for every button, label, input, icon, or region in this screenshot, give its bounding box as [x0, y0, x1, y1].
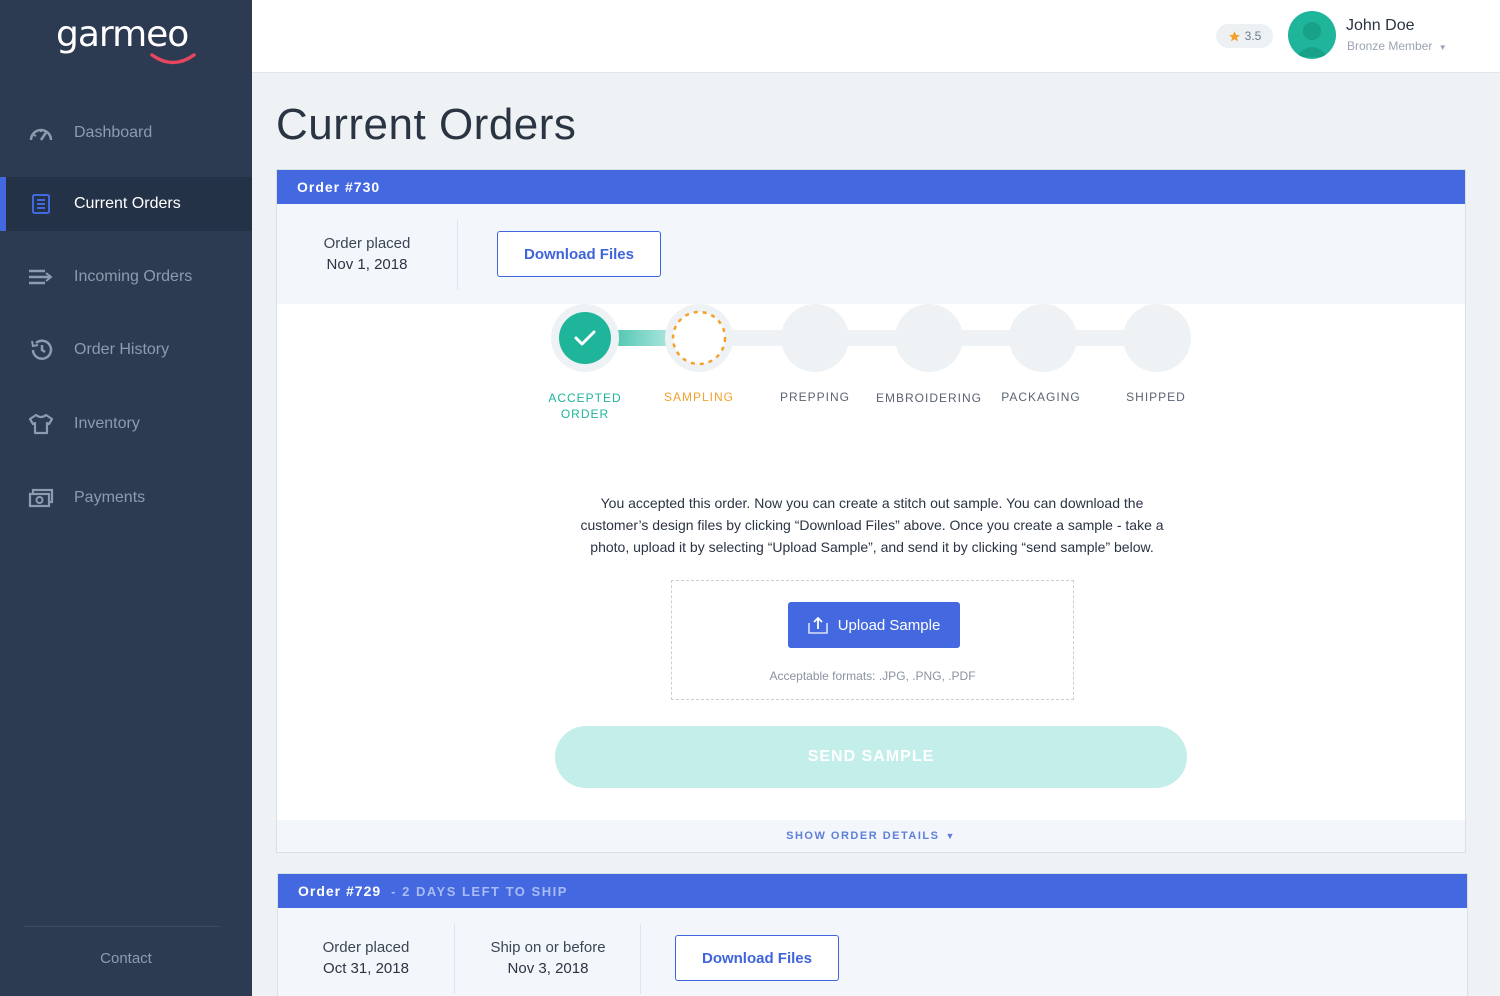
money-icon [28, 485, 54, 511]
step-label-packaging: PACKAGING [1001, 390, 1081, 404]
sidebar-divider [24, 926, 220, 927]
step-label-prepping: PREPPING [779, 390, 850, 404]
incoming-arrow-icon [28, 264, 54, 290]
step-embroidering [895, 304, 963, 372]
sidebar-item-order-history[interactable]: Order History [0, 323, 252, 377]
order-placed-block: Order placed Nov 1, 2018 [277, 204, 457, 304]
progress-tracker: ACCEPTED ORDER SAMPLING PREPPING EMBROIDE… [277, 304, 1467, 504]
ship-deadline-warning: - 2 DAYS LEFT TO SHIP [391, 883, 568, 899]
order-placed-label: Order placed [323, 235, 411, 252]
order-placed-block: Order placed Oct 31, 2018 [278, 908, 454, 996]
download-files-button[interactable]: Download Files [675, 935, 839, 981]
sidebar-item-inventory[interactable]: Inventory [0, 397, 252, 451]
sidebar-item-label: Current Orders [74, 195, 181, 212]
user-role[interactable]: Bronze Member ▼ [1347, 39, 1447, 53]
step-label-sampling: SAMPLING [663, 390, 734, 404]
upload-sample-button[interactable]: Upload Sample [788, 602, 960, 648]
ship-by-label: Ship on or before [490, 939, 606, 956]
caret-down-icon: ▼ [945, 831, 956, 841]
step-label-accepted: ACCEPTED ORDER [548, 391, 622, 421]
order-header: Order #730 [277, 170, 1465, 204]
upload-dropzone[interactable]: Upload Sample Acceptable formats: .JPG, … [671, 580, 1074, 700]
sidebar-item-current-orders[interactable]: Current Orders [0, 177, 252, 231]
info-divider [457, 220, 458, 290]
order-card: Order #729 - 2 DAYS LEFT TO SHIP Order p… [277, 873, 1468, 996]
chevron-down-icon: ▼ [1438, 43, 1447, 52]
download-files-button[interactable]: Download Files [497, 231, 661, 277]
order-body: ACCEPTED ORDER SAMPLING PREPPING EMBROIDE… [277, 304, 1465, 824]
star-icon [1228, 30, 1240, 41]
top-bar: 3.5 John Doe Bronze Member ▼ [252, 0, 1500, 73]
step-label-shipped: SHIPPED [1126, 390, 1186, 404]
sidebar-item-label: Inventory [74, 415, 140, 432]
speedometer-icon [28, 120, 54, 146]
avatar[interactable] [1288, 11, 1336, 59]
ship-by-date: Nov 3, 2018 [507, 960, 589, 977]
logo-text: garmeo [56, 14, 189, 55]
step-prepping [781, 304, 849, 372]
step-label-embroidering: EMBROIDERING [875, 391, 982, 405]
sidebar-item-dashboard[interactable]: Dashboard [0, 106, 252, 160]
sampling-instructions: You accepted this order. Now you can cre… [580, 495, 1164, 555]
sidebar-item-payments[interactable]: Payments [0, 471, 252, 525]
order-placed-date: Nov 1, 2018 [326, 256, 408, 273]
sidebar-item-label: Order History [74, 341, 170, 358]
ship-by-block: Ship on or before Nov 3, 2018 [455, 908, 641, 996]
list-icon [28, 191, 54, 217]
order-placed-label: Order placed [322, 939, 410, 956]
sidebar: garmeo Dashboard Current Orders Incoming… [0, 0, 252, 996]
order-title: Order #729 [298, 883, 382, 899]
logo-smile-icon [150, 53, 196, 65]
garmeo-logo[interactable]: garmeo [56, 14, 206, 68]
order-info-strip: Order placed Oct 31, 2018 Ship on or bef… [278, 908, 1467, 996]
user-silhouette-icon [1296, 22, 1328, 57]
page-title: Current Orders [276, 100, 577, 149]
step-sampling [665, 304, 733, 372]
step-accepted-order [551, 304, 619, 372]
history-icon [28, 337, 54, 363]
check-icon [559, 312, 611, 364]
info-divider [640, 924, 641, 994]
order-card: Order #730 Order placed Nov 1, 2018 Down… [276, 169, 1466, 853]
step-shipped [1123, 304, 1191, 372]
show-order-details-toggle[interactable]: SHOW ORDER DETAILS ▼ [277, 820, 1465, 852]
step-packaging [1009, 304, 1077, 372]
user-role-label: Bronze Member [1347, 39, 1433, 53]
user-name[interactable]: John Doe [1346, 17, 1415, 35]
rating-value: 3.5 [1244, 29, 1262, 43]
upload-sample-label: Upload Sample [837, 616, 941, 634]
order-title: Order #730 [297, 179, 381, 195]
upload-icon [807, 616, 828, 634]
sidebar-item-label: Payments [74, 489, 146, 506]
sidebar-item-label: Dashboard [74, 124, 153, 141]
acceptable-formats: Acceptable formats: .JPG, .PNG, .PDF [769, 669, 976, 683]
sidebar-item-incoming-orders[interactable]: Incoming Orders [0, 250, 252, 304]
send-sample-button[interactable]: SEND SAMPLE [555, 726, 1187, 788]
dashed-circle-icon [671, 310, 727, 366]
contact-link[interactable]: Contact [0, 950, 252, 967]
tshirt-icon [28, 411, 54, 437]
order-placed-date: Oct 31, 2018 [323, 960, 409, 977]
rating-badge: 3.5 [1216, 24, 1273, 48]
order-header: Order #729 - 2 DAYS LEFT TO SHIP [278, 874, 1467, 908]
show-order-details-label: SHOW ORDER DETAILS [786, 830, 940, 842]
sidebar-item-label: Incoming Orders [74, 268, 193, 285]
order-info-strip: Order placed Nov 1, 2018 Download Files [277, 204, 1465, 304]
